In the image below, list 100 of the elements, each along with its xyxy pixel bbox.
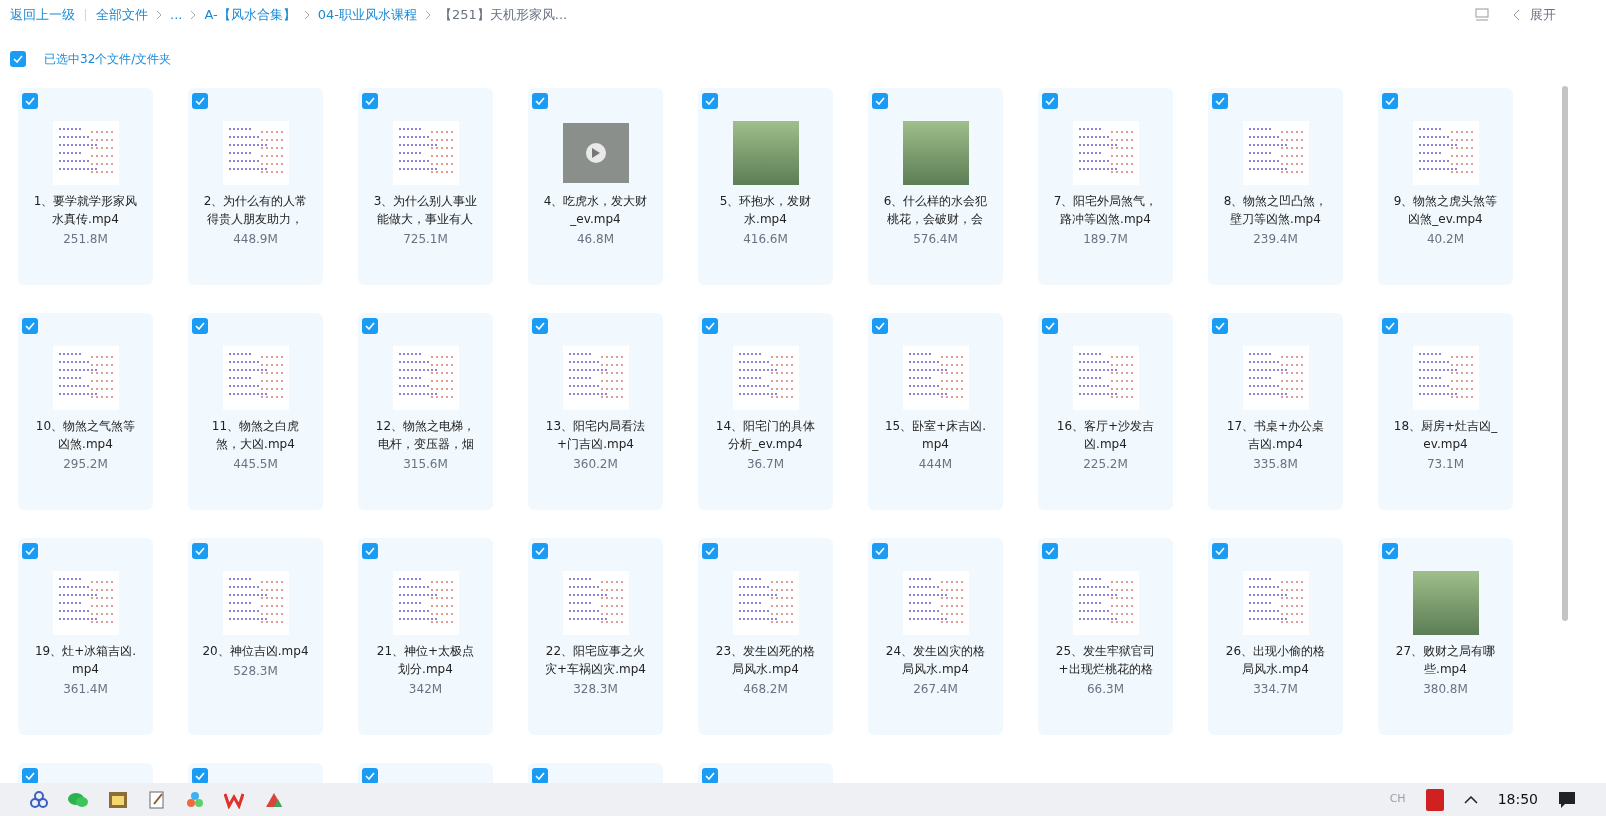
back-link[interactable]: 返回上一级: [10, 5, 75, 25]
checkbox[interactable]: [10, 51, 26, 67]
file-size: 360.2M: [573, 456, 618, 473]
file-card[interactable]: 16、客厅+沙发吉 凶.mp4 225.2M: [1038, 313, 1173, 510]
check-icon: [25, 772, 35, 780]
breadcrumb-item[interactable]: ...: [170, 5, 183, 25]
breadcrumb-item[interactable]: 全部文件: [96, 5, 148, 25]
checkbox[interactable]: [192, 543, 208, 559]
checkbox[interactable]: [362, 543, 378, 559]
checkbox[interactable]: [702, 768, 718, 783]
checkbox[interactable]: [1212, 543, 1228, 559]
checkbox[interactable]: [1042, 318, 1058, 334]
checkbox[interactable]: [362, 93, 378, 109]
file-card[interactable]: 8、物煞之凹凸煞， 壁刀等凶煞.mp4 239.4M: [1208, 88, 1343, 285]
checkbox[interactable]: [22, 93, 38, 109]
file-name: +出现烂桃花的格: [1058, 661, 1153, 678]
chat-icon[interactable]: [68, 790, 88, 809]
checkbox[interactable]: [22, 543, 38, 559]
file-card[interactable]: 27、败财之局有哪 些.mp4 380.8M: [1378, 538, 1513, 735]
file-card[interactable]: 14、阳宅门的具体 分析_ev.mp4 36.7M: [698, 313, 833, 510]
clock[interactable]: 18:50: [1497, 789, 1538, 810]
checkbox[interactable]: [1212, 318, 1228, 334]
file-card[interactable]: 24、发生凶灾的格 局风水.mp4 267.4M: [868, 538, 1003, 735]
file-card[interactable]: 2、为什么有的人常 得贵人朋友助力， 448.9M: [188, 88, 323, 285]
file-card[interactable]: 17、书桌+办公桌 吉凶.mp4 335.8M: [1208, 313, 1343, 510]
file-card[interactable]: 5、环抱水，发财 水.mp4 416.6M: [698, 88, 833, 285]
checkbox[interactable]: [1212, 93, 1228, 109]
checkbox[interactable]: [532, 543, 548, 559]
file-card[interactable]: 1、要学就学形家风 水真传.mp4 251.8M: [18, 88, 153, 285]
file-name: 灾+车祸凶灾.mp4: [545, 661, 646, 678]
checkbox[interactable]: [1382, 318, 1398, 334]
file-card[interactable]: 12、物煞之电梯， 电杆，变压器，烟 315.6M: [358, 313, 493, 510]
file-size: 40.2M: [1426, 231, 1465, 248]
file-card[interactable]: 22、阳宅应事之火 灾+车祸凶灾.mp4 328.3M: [528, 538, 663, 735]
document-thumbnail: [1412, 346, 1479, 410]
file-card[interactable]: 9、物煞之虎头煞等 凶煞_ev.mp4 40.2M: [1378, 88, 1513, 285]
file-card[interactable]: 20、神位吉凶.mp4 528.3M: [188, 538, 323, 735]
file-card[interactable]: 3、为什么别人事业 能做大，事业有人 725.1M: [358, 88, 493, 285]
file-name: 桃花，会破财，会: [887, 211, 984, 228]
file-card[interactable]: 19、灶+冰箱吉凶. mp4 361.4M: [18, 538, 153, 735]
file-card[interactable]: 13、阳宅内局看法 +门吉凶.mp4 360.2M: [528, 313, 663, 510]
file-card[interactable]: 18、厨房+灶吉凶_ ev.mp4 73.1M: [1378, 313, 1513, 510]
scrollbar[interactable]: [1562, 86, 1568, 621]
selection-count: 已选中32个文件/文件夹: [44, 51, 172, 68]
file-card[interactable]: 10、物煞之气煞等 凶煞.mp4 295.2M: [18, 313, 153, 510]
breadcrumb-item[interactable]: A-【风水合集】: [204, 5, 296, 25]
checkbox[interactable]: [702, 543, 718, 559]
file-name: ev.mp4: [1423, 436, 1468, 453]
checkbox[interactable]: [1042, 543, 1058, 559]
panel-icon[interactable]: [1475, 8, 1489, 22]
checkbox[interactable]: [192, 93, 208, 109]
checkbox[interactable]: [872, 93, 888, 109]
app-icon[interactable]: [186, 790, 204, 809]
file-card[interactable]: 26、出现小偷的格 局风水.mp4 334.7M: [1208, 538, 1343, 735]
checkbox[interactable]: [872, 543, 888, 559]
expand-link[interactable]: 展开: [1530, 5, 1556, 25]
file-card[interactable]: 23、发生凶死的格 局风水.mp4 468.2M: [698, 538, 833, 735]
app-tray-icon[interactable]: [1425, 788, 1444, 811]
file-card[interactable]: 6、什么样的水会犯 桃花，会破财，会 576.4M: [868, 88, 1003, 285]
file-name: 吉凶.mp4: [1248, 436, 1303, 453]
notepad-icon[interactable]: [148, 790, 166, 809]
file-card[interactable]: 7、阳宅外局煞气， 路冲等凶煞.mp4 189.7M: [1038, 88, 1173, 285]
checkbox[interactable]: [532, 768, 548, 783]
breadcrumb-item[interactable]: 04-职业风水课程: [317, 5, 417, 25]
checkbox[interactable]: [1042, 93, 1058, 109]
checkbox[interactable]: [362, 318, 378, 334]
checkbox[interactable]: [702, 318, 718, 334]
file-name: 7、阳宅外局煞气，: [1053, 193, 1158, 210]
check-icon: [705, 547, 715, 555]
checkbox[interactable]: [22, 768, 38, 783]
checkbox[interactable]: [22, 318, 38, 334]
file-name: 煞，大凶.mp4: [216, 436, 295, 453]
file-name: 凶煞.mp4: [58, 436, 113, 453]
file-name: 2、为什么有的人常: [203, 193, 308, 210]
checkbox[interactable]: [192, 768, 208, 783]
checkbox[interactable]: [1382, 543, 1398, 559]
file-card[interactable]: 25、发生牢狱官司 +出现烂桃花的格 66.3M: [1038, 538, 1173, 735]
check-icon: [1215, 97, 1225, 105]
breadcrumb-item[interactable]: 【251】天机形家风...: [438, 5, 568, 25]
checkbox[interactable]: [1382, 93, 1398, 109]
chevron-up-icon[interactable]: [1463, 795, 1478, 804]
file-card[interactable]: 15、卧室+床吉凶. mp4 444M: [868, 313, 1003, 510]
file-name: 8、物煞之凹凸煞，: [1223, 193, 1328, 210]
checkbox[interactable]: [532, 93, 548, 109]
checkbox[interactable]: [362, 768, 378, 783]
file-size: 528.3M: [233, 663, 278, 680]
app-icon[interactable]: [30, 790, 48, 809]
checkbox[interactable]: [872, 318, 888, 334]
file-card[interactable]: 21、神位+太极点 划分.mp4 342M: [358, 538, 493, 735]
chevron-right-icon: [190, 10, 197, 20]
file-card[interactable]: 11、物煞之白虎 煞，大凶.mp4 445.5M: [188, 313, 323, 510]
checkbox[interactable]: [702, 93, 718, 109]
file-name: 19、灶+冰箱吉凶.: [34, 643, 137, 660]
file-name: 14、阳宅门的具体: [715, 418, 816, 435]
window-icon[interactable]: [108, 790, 128, 809]
notification-icon[interactable]: [1558, 790, 1576, 809]
file-name: 能做大，事业有人: [377, 211, 474, 228]
checkbox[interactable]: [532, 318, 548, 334]
checkbox[interactable]: [192, 318, 208, 334]
file-card[interactable]: 4、吃虎水，发大财 _ev.mp4 46.8M: [528, 88, 663, 285]
